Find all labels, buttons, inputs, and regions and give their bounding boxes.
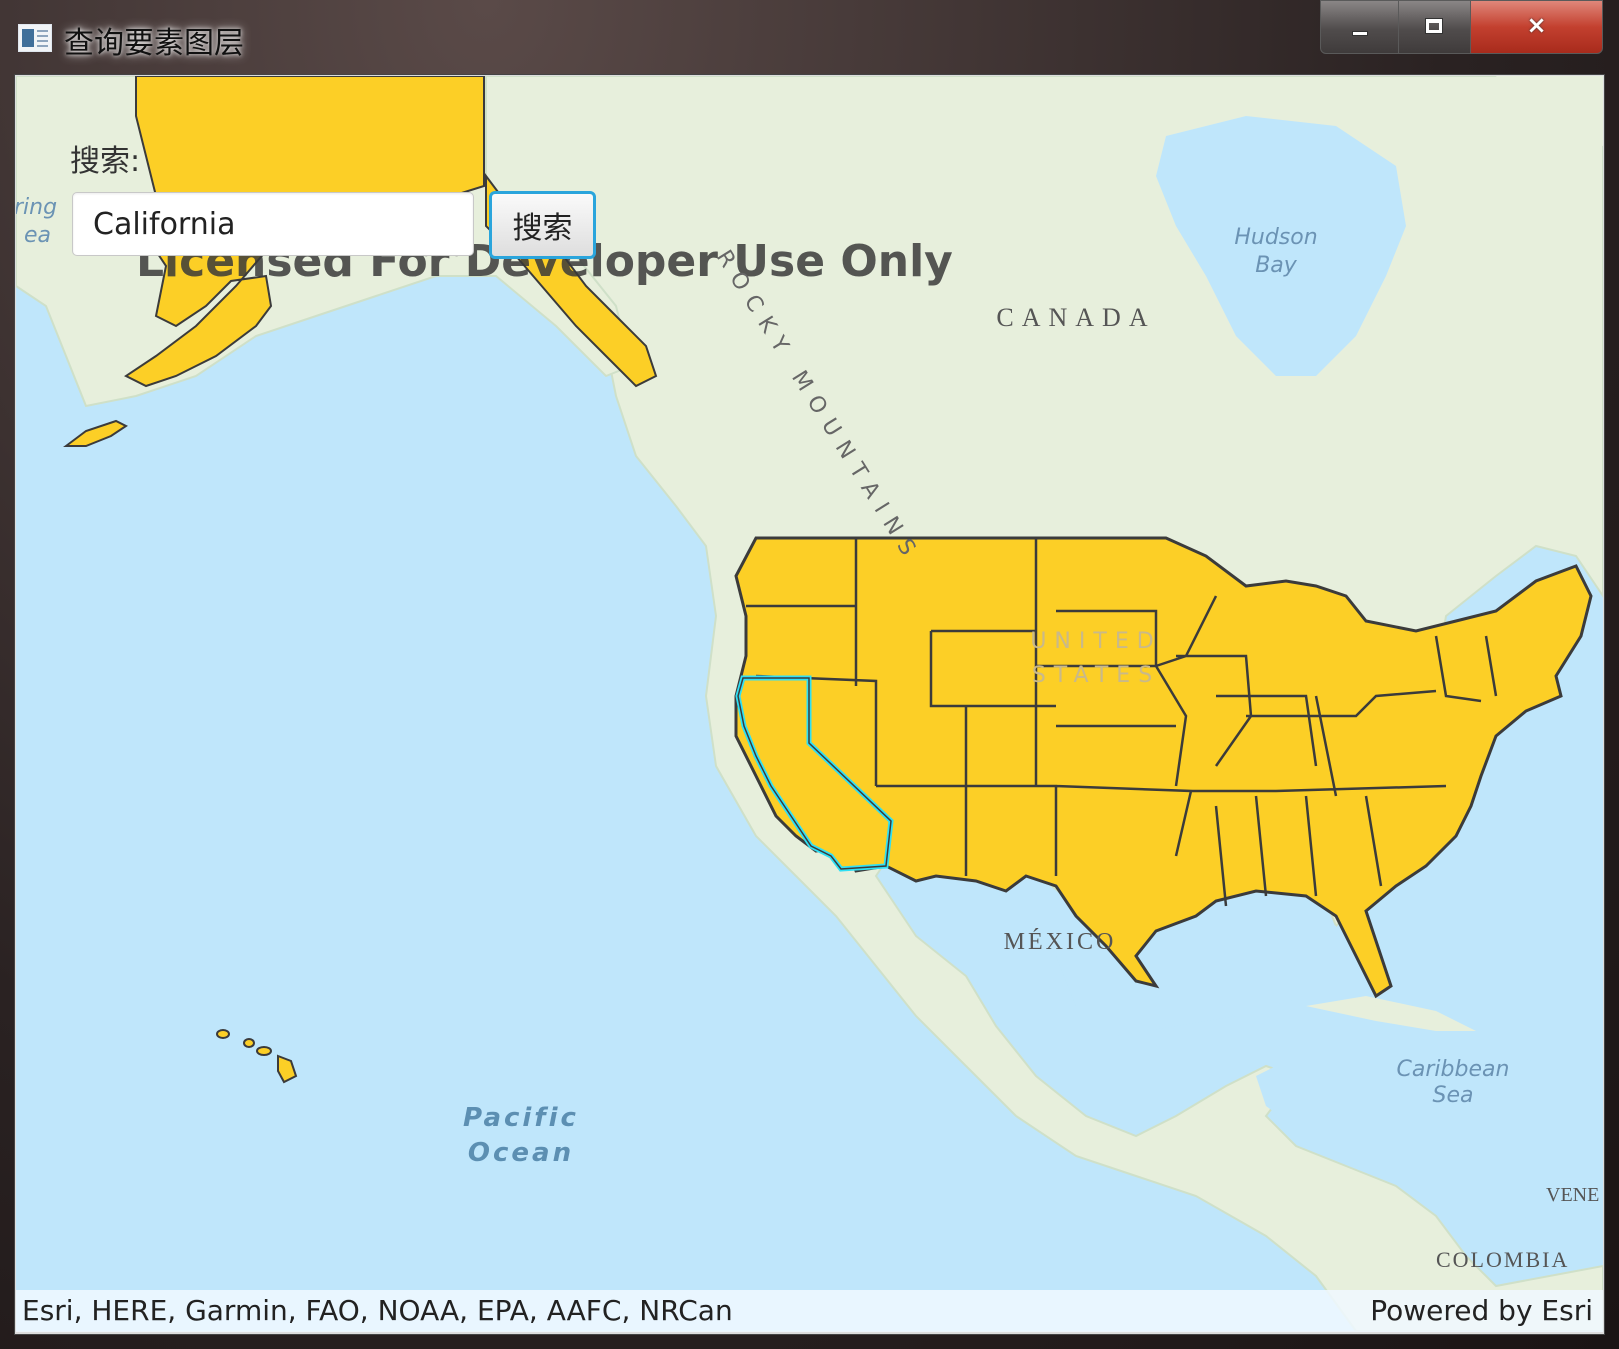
maximize-button[interactable] bbox=[1398, 0, 1471, 54]
app-icon bbox=[18, 24, 52, 52]
label-mexico: MÉXICO bbox=[1004, 929, 1117, 955]
powered-by-text[interactable]: Powered by Esri bbox=[1370, 1294, 1593, 1327]
map-view[interactable]: Licensed For Developer Use Only Hudson B… bbox=[16, 76, 1603, 1331]
app-window: 查询要素图层 × Licensed For Developer Use Only… bbox=[0, 0, 1619, 1349]
attribution-text: Esri, HERE, Garmin, FAO, NOAA, EPA, AAFC… bbox=[22, 1294, 733, 1327]
label-colombia: COLOMBIA bbox=[1436, 1247, 1569, 1272]
label-bering-1: ring bbox=[16, 195, 57, 220]
label-united-states-2: STATES bbox=[1032, 663, 1160, 688]
label-bering-2: ea bbox=[24, 223, 51, 248]
search-label: 搜索: bbox=[70, 144, 141, 179]
label-hudson-bay-1: Hudson bbox=[1234, 225, 1317, 250]
label-venezuela: VENE bbox=[1546, 1184, 1599, 1206]
minimize-icon bbox=[1352, 31, 1368, 36]
label-united-states-1: UNITED bbox=[1030, 629, 1161, 654]
label-caribbean-2: Sea bbox=[1433, 1083, 1474, 1108]
search-input[interactable] bbox=[72, 192, 474, 256]
label-pacific-1: Pacific bbox=[463, 1103, 579, 1133]
label-pacific-2: Ocean bbox=[468, 1138, 574, 1168]
close-icon: × bbox=[1526, 11, 1547, 39]
minimize-button[interactable] bbox=[1320, 0, 1399, 54]
attribution-bar: Esri, HERE, Garmin, FAO, NOAA, EPA, AAFC… bbox=[16, 1290, 1603, 1332]
window-title: 查询要素图层 bbox=[64, 26, 244, 61]
label-caribbean-1: Caribbean bbox=[1397, 1057, 1510, 1082]
maximize-icon bbox=[1426, 19, 1442, 33]
label-canada: CANADA bbox=[996, 303, 1155, 332]
close-button[interactable]: × bbox=[1470, 0, 1603, 54]
basemap: Licensed For Developer Use Only Hudson B… bbox=[16, 76, 1603, 1331]
search-button[interactable]: 搜索 bbox=[489, 191, 596, 259]
label-hudson-bay-2: Bay bbox=[1255, 253, 1298, 278]
title-bar[interactable]: 查询要素图层 × bbox=[0, 0, 1619, 74]
